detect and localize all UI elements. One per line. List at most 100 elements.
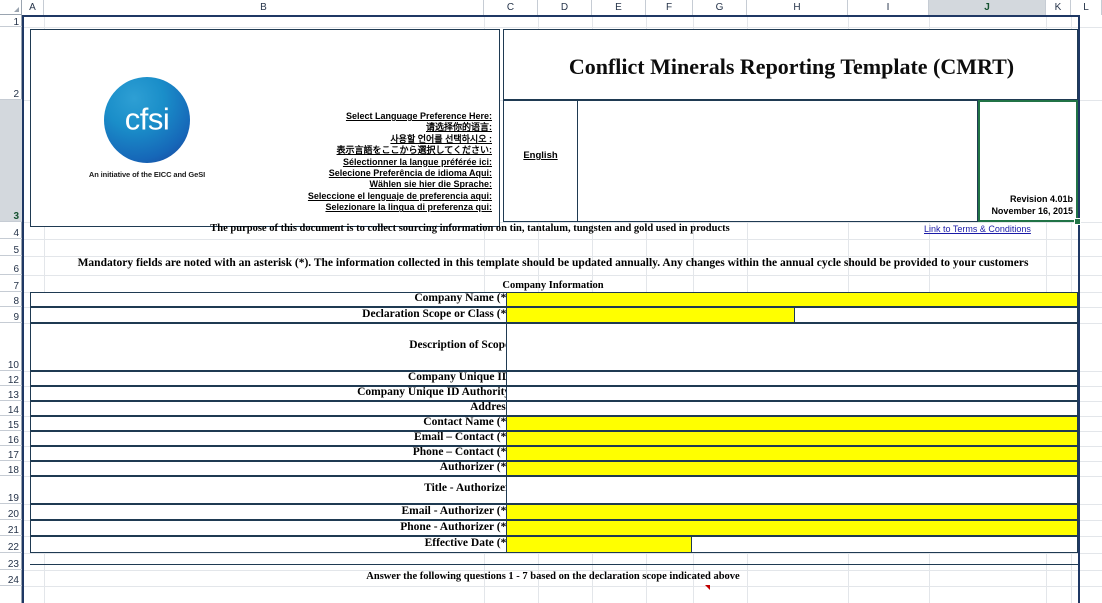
row-header-9[interactable]: 9 [0,307,22,323]
row-header-6[interactable]: 6 [0,256,22,275]
field-input-cell[interactable] [506,371,1078,386]
column-header-G[interactable]: G [693,0,747,15]
field-label: Effective Date (*): [30,537,514,549]
row-header-24[interactable]: 24 [0,570,22,586]
field-input-cell[interactable] [506,504,1078,520]
gridline-h [22,586,1102,587]
active-cell-selection [978,100,1078,222]
field-label: Declaration Scope or Class (*): [30,308,514,320]
field-input-cell-remainder[interactable] [692,536,1078,553]
gridline-h [22,553,1102,554]
terms-and-conditions-link[interactable]: Link to Terms & Conditions [924,224,1031,234]
language-prompt-line-3: 表示言語をここから選択してください: [172,145,492,156]
row-header-18[interactable]: 18 [0,461,22,476]
fill-handle[interactable] [1074,218,1081,225]
row-header-10[interactable]: 10 [0,323,22,371]
field-input-cell[interactable] [506,446,1078,461]
row-header-5[interactable]: 5 [0,239,22,256]
field-label: Email - Authorizer (*): [30,505,514,517]
cell-comment-indicator [705,585,710,590]
field-label: Company Name (*): [30,292,514,304]
column-header-B[interactable]: B [44,0,484,15]
row-header-4[interactable]: 4 [0,222,22,239]
row-header-21[interactable]: 21 [0,520,22,536]
language-select-cell[interactable]: English [503,100,578,222]
field-input-cell[interactable] [506,431,1078,446]
column-header-E[interactable]: E [592,0,646,15]
field-input-cell[interactable] [506,461,1078,476]
row-header-22[interactable]: 22 [0,536,22,553]
language-prompt-line-7: Seleccione el lenguaje de preferencia aq… [172,191,492,202]
field-input-cell[interactable] [506,292,1078,307]
row-header-19[interactable]: 19 [0,476,22,504]
row-header-8[interactable]: 8 [0,292,22,307]
column-header-I[interactable]: I [848,0,929,15]
field-label: Authorizer (*): [30,461,514,473]
header-spacer-cell [578,100,978,222]
field-label: Title - Authorizer: [30,482,514,494]
field-label: Description of Scope: [30,339,514,351]
language-select-value: English [504,150,577,161]
document-title-box: Conflict Minerals Reporting Template (CM… [503,29,1078,100]
field-input-cell[interactable] [506,416,1078,431]
field-label: Email – Contact (*): [30,431,514,443]
language-prompt-line-1: 请选择你的语言: [172,122,492,133]
language-prompt-line-2: 사용할 언어를 선택하시오 : [172,134,492,145]
language-prompt-line-0: Select Language Preference Here: [172,111,492,122]
row-header-1[interactable]: 1 [0,15,22,27]
field-label: Phone – Contact (*): [30,446,514,458]
language-prompt-line-4: Sélectionner la langue préférée ici: [172,157,492,168]
field-label: Address: [30,401,514,413]
language-prompt-line-5: Selecione Preferência de idioma Aqui: [172,168,492,179]
section-label-company-information: Company Information [30,280,1076,291]
row-header-14[interactable]: 14 [0,401,22,416]
print-frame-left [22,15,24,603]
field-input-cell[interactable] [506,476,1078,504]
gridline-h [22,275,1102,276]
language-preference-prompt: Select Language Preference Here: 请选择你的语言… [172,111,492,214]
field-label: Company Unique ID: [30,371,514,383]
field-input-cell[interactable] [506,520,1078,536]
page-title: Conflict Minerals Reporting Template (CM… [504,54,1079,80]
column-header-D[interactable]: D [538,0,592,15]
spreadsheet-canvas: ABCDEFGHIJKL 123456789101213141516171819… [0,0,1102,603]
row-header-15[interactable]: 15 [0,416,22,431]
row-header-12[interactable]: 12 [0,371,22,386]
column-header-K[interactable]: K [1046,0,1071,15]
print-frame-top [22,15,1080,17]
row-header-20[interactable]: 20 [0,504,22,520]
field-input-cell[interactable] [506,536,692,553]
field-label: Contact Name (*): [30,416,514,428]
field-input-cell[interactable] [506,401,1078,416]
gridline-h [22,239,1102,240]
row-header-bar: 1234567891012131415161718192021222324 [0,15,22,603]
field-label: Company Unique ID Authority: [30,386,514,398]
field-input-cell[interactable] [506,386,1078,401]
column-header-J[interactable]: J [929,0,1046,15]
field-input-cell-remainder[interactable] [795,307,1078,323]
row-header-3[interactable]: 3 [0,100,22,222]
row-header-2[interactable]: 2 [0,27,22,100]
language-prompt-line-8: Selezionare la lingua di preferenza qui: [172,202,492,213]
worksheet-grid[interactable]: cfsi An initiative of the EICC and GeSI … [22,15,1102,603]
row-header-16[interactable]: 16 [0,431,22,446]
column-header-bar: ABCDEFGHIJKL [0,0,1102,16]
column-header-C[interactable]: C [484,0,538,15]
mandatory-fields-note: Mandatory fields are noted with an aster… [30,257,1076,269]
row-header-17[interactable]: 17 [0,446,22,461]
column-header-A[interactable]: A [22,0,44,15]
field-input-cell[interactable] [506,307,795,323]
select-all-corner[interactable] [0,0,22,15]
field-input-cell[interactable] [506,323,1078,371]
print-frame-right [1078,15,1080,603]
language-prompt-line-6: Wählen sie hier die Sprache: [172,179,492,190]
column-header-F[interactable]: F [646,0,693,15]
field-label: Phone - Authorizer (*): [30,521,514,533]
column-header-H[interactable]: H [747,0,848,15]
row-header-13[interactable]: 13 [0,386,22,401]
row-header-23[interactable]: 23 [0,553,22,570]
gridline-h [22,27,1102,28]
row-header-7[interactable]: 7 [0,275,22,292]
column-header-L[interactable]: L [1071,0,1102,15]
purpose-statement: The purpose of this document is to colle… [30,223,910,234]
